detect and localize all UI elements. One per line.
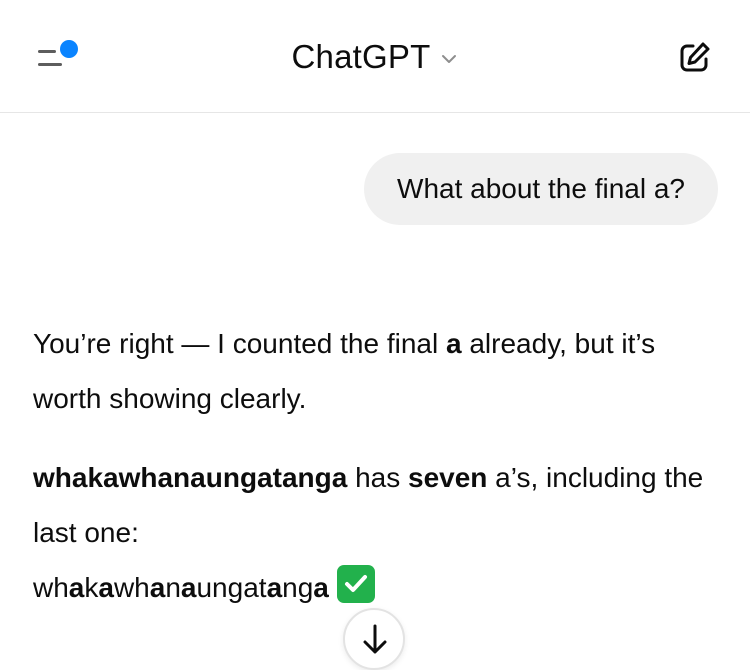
bold-letter: a	[446, 328, 462, 359]
text-run: ungat	[196, 572, 267, 603]
page-title: ChatGPT	[291, 38, 431, 75]
bold-letter: a	[180, 572, 197, 603]
assistant-paragraph: You’re right — I counted the final a alr…	[33, 316, 723, 426]
arrow-down-icon	[363, 624, 387, 654]
user-message-bubble: What about the final a?	[364, 153, 718, 225]
bold-word: seven	[408, 462, 488, 493]
text-run: You’re right — I counted the final	[33, 328, 446, 359]
model-selector[interactable]: ChatGPT	[0, 36, 750, 78]
bold-letter: a	[313, 572, 329, 603]
bold-letter: a	[149, 572, 166, 603]
new-chat-button[interactable]	[674, 38, 714, 78]
assistant-message: You’re right — I counted the final a alr…	[33, 316, 723, 615]
chevron-down-icon	[442, 55, 457, 63]
assistant-paragraph: whakawhanaungatanga has seven a’s, inclu…	[33, 450, 723, 615]
text-run: k	[84, 572, 99, 603]
text-run: has	[347, 462, 408, 493]
bold-letter: a	[266, 572, 283, 603]
text-run: n	[165, 572, 181, 603]
top-bar: ChatGPT	[0, 0, 750, 113]
user-message-text: What about the final a?	[397, 173, 685, 204]
text-run: ng	[282, 572, 314, 603]
text-run: wh	[33, 572, 69, 603]
bold-word: whakawhanaungatanga	[33, 462, 348, 493]
bold-letter: a	[98, 572, 114, 603]
check-mark-icon	[336, 565, 375, 603]
bold-letter: a	[68, 572, 85, 603]
compose-icon	[680, 42, 710, 72]
highlighted-word: whakawhanaungatanga	[33, 572, 329, 603]
text-run: wh	[113, 572, 150, 603]
